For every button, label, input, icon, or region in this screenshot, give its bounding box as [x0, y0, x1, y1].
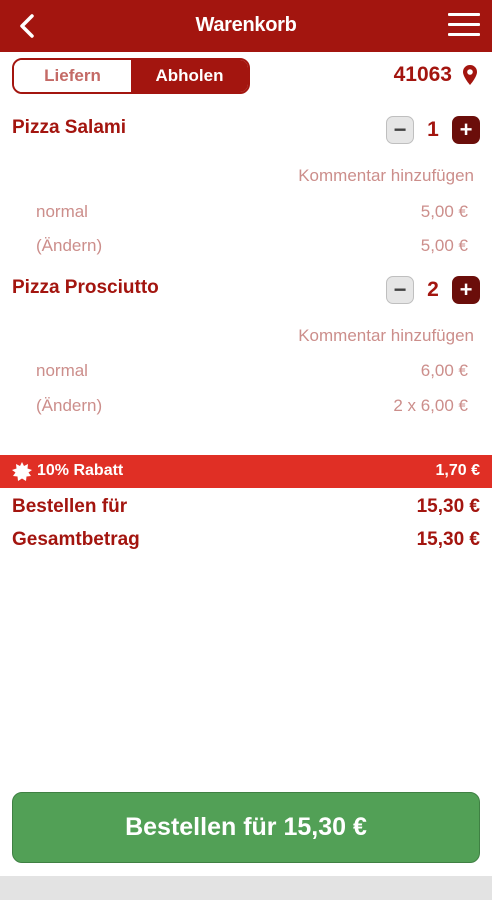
- decrease-quantity-button[interactable]: −: [386, 116, 414, 144]
- total-value: 15,30 €: [416, 529, 480, 550]
- total-label: Gesamtbetrag: [12, 529, 140, 550]
- location-zip[interactable]: 41063: [394, 63, 478, 87]
- change-option-link[interactable]: (Ändern): [36, 236, 102, 256]
- increase-quantity-button[interactable]: +: [452, 276, 480, 304]
- order-for-value: 15,30 €: [416, 496, 480, 517]
- item-option-label: normal: [36, 202, 88, 221]
- change-option-link[interactable]: (Ändern): [36, 396, 102, 416]
- zip-code: 41063: [393, 63, 452, 86]
- total-row: Gesamtbetrag 15,30 €: [12, 529, 480, 551]
- map-pin-icon: [463, 65, 477, 85]
- decrease-quantity-button[interactable]: −: [386, 276, 414, 304]
- burst-badge-icon: [12, 462, 32, 481]
- item-option-price: 5,00 €: [420, 202, 468, 221]
- item-subtotal: 5,00 €: [420, 236, 468, 255]
- quantity-stepper: − 1 +: [386, 116, 480, 144]
- order-for-label: Bestellen für: [12, 496, 128, 517]
- quantity-value: 1: [427, 118, 439, 141]
- tab-liefern[interactable]: Liefern: [14, 60, 131, 92]
- quantity-stepper: − 2 +: [386, 276, 480, 304]
- top-bar: Warenkorb: [0, 0, 492, 52]
- cart-item-name: Pizza Salami: [12, 117, 127, 138]
- add-comment-link[interactable]: Kommentar hinzufügen: [298, 166, 474, 186]
- item-subtotal: 2 x 6,00 €: [393, 396, 468, 415]
- quantity-value: 2: [427, 278, 439, 301]
- discount-label: 10% Rabatt: [37, 462, 124, 479]
- discount-bar: 10% Rabatt 1,70 €: [0, 455, 492, 488]
- cart-item-name: Pizza Prosciutto: [12, 277, 159, 298]
- bottom-strip: [0, 876, 492, 900]
- add-comment-link[interactable]: Kommentar hinzufügen: [298, 326, 474, 346]
- page-title: Warenkorb: [195, 14, 297, 36]
- item-option-price: 6,00 €: [420, 361, 468, 380]
- increase-quantity-button[interactable]: +: [452, 116, 480, 144]
- delivery-mode-toggle: Liefern Abholen: [12, 58, 250, 94]
- order-for-row: Bestellen für 15,30 €: [12, 496, 480, 518]
- place-order-button[interactable]: Bestellen für 15,30 €: [12, 792, 480, 863]
- hamburger-menu-icon[interactable]: [448, 13, 480, 39]
- tab-abholen[interactable]: Abholen: [131, 60, 248, 92]
- item-option-label: normal: [36, 361, 88, 380]
- discount-value: 1,70 €: [435, 462, 480, 479]
